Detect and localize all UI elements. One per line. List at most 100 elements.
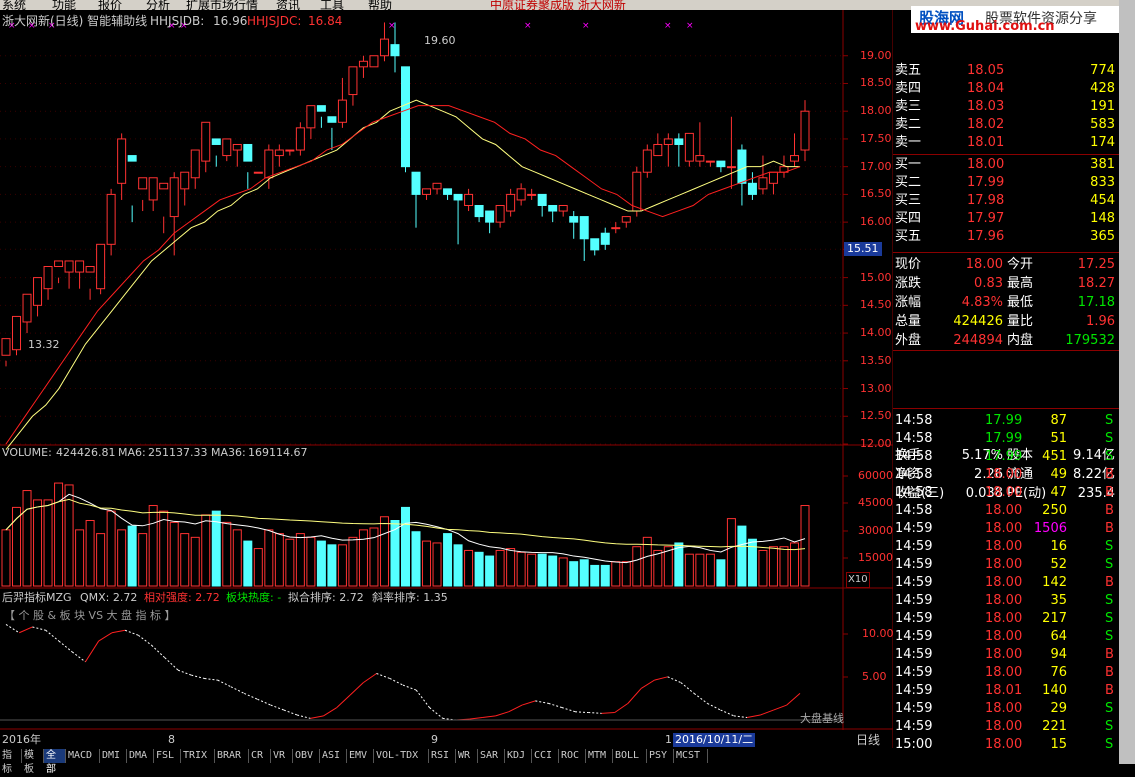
candle-body xyxy=(621,216,631,223)
menu-info[interactable]: 资讯 xyxy=(276,0,300,10)
candle-body xyxy=(138,177,148,190)
menu-function[interactable]: 功能 xyxy=(52,0,76,10)
menu-help[interactable]: 帮助 xyxy=(368,0,392,10)
volume-bar xyxy=(737,525,747,587)
volume-bar xyxy=(621,561,631,587)
tab-dma[interactable]: DMA xyxy=(127,749,154,763)
volume-bar xyxy=(75,529,85,587)
stat-row-cell: 外盘 xyxy=(895,333,922,348)
tab-emv[interactable]: EMV xyxy=(347,749,374,763)
price-tick: 14.00 xyxy=(860,326,892,340)
tick-row-cell: 18.00 xyxy=(985,539,1023,554)
menu-extended-market[interactable]: 扩展市场行情 xyxy=(186,0,258,10)
tab-boll[interactable]: BOLL xyxy=(613,749,647,763)
date-year: 2016年 xyxy=(2,733,41,746)
volume-value: 424426.81 xyxy=(56,446,116,459)
candle-body xyxy=(264,149,274,179)
candle-body xyxy=(789,155,799,162)
tick-row: 14:59 18.00 35 S xyxy=(893,592,1119,610)
tab-psy[interactable]: PSY xyxy=(647,749,674,763)
tab-rsi[interactable]: RSI xyxy=(429,749,456,763)
tab-mtm[interactable]: MTM xyxy=(586,749,613,763)
candle-body xyxy=(705,160,715,163)
banner-text: 中原证券聚成版 浙大网新 xyxy=(490,0,626,10)
tick-row-cell: 49 xyxy=(1050,467,1067,482)
tab-cr[interactable]: CR xyxy=(249,749,271,763)
ma6-value: 251137.33 xyxy=(148,446,208,459)
divider xyxy=(893,408,1119,409)
volume-bar xyxy=(201,514,211,587)
tick-row-cell: S xyxy=(1105,701,1114,716)
candle-body xyxy=(800,110,810,151)
stat-row: 现价 18.00 今开 17.25 xyxy=(893,256,1119,274)
bid-row-cell: 17.96 xyxy=(967,229,1005,244)
volume-bar xyxy=(422,540,432,587)
stat-row-cell: 0.83 xyxy=(974,276,1003,291)
stat-row-cell: 内盘 xyxy=(1007,333,1034,348)
tab-sar[interactable]: SAR xyxy=(478,749,505,763)
candle-body xyxy=(211,138,221,145)
volume-tick: 15000 xyxy=(858,551,893,564)
volume-bar xyxy=(779,546,789,587)
period-label[interactable]: 日线 xyxy=(856,733,880,747)
tab-指标[interactable]: 指标 xyxy=(0,749,22,775)
candle-body xyxy=(663,138,673,145)
tick-row: 14:59 18.00 217 S xyxy=(893,610,1119,628)
line1-label: HHJSJDB: xyxy=(150,14,205,28)
volume-bar xyxy=(348,536,358,587)
signal-marker: × xyxy=(686,21,694,31)
tab-wr[interactable]: WR xyxy=(456,749,478,763)
tab-vol-tdx[interactable]: VOL-TDX xyxy=(374,749,429,763)
volume-bar xyxy=(337,544,347,587)
tab-fsl[interactable]: FSL xyxy=(154,749,181,763)
logo-url: www.Guhai.com.cn xyxy=(915,19,1055,34)
tick-row-cell: B xyxy=(1105,521,1114,536)
menu-analysis[interactable]: 分析 xyxy=(146,0,170,10)
candle-body xyxy=(569,216,579,223)
tab-brar[interactable]: BRAR xyxy=(215,749,249,763)
tab-vr[interactable]: VR xyxy=(271,749,293,763)
tab-模板[interactable]: 模板 xyxy=(22,749,44,775)
tab-kdj[interactable]: KDJ xyxy=(505,749,532,763)
candle-body xyxy=(190,149,200,179)
candle-body xyxy=(75,260,85,273)
tick-row: 14:59 18.00 64 S xyxy=(893,628,1119,646)
tab-mcst[interactable]: MCST xyxy=(674,749,708,763)
volume-bar xyxy=(653,549,663,587)
tick-row-cell: B xyxy=(1105,575,1114,590)
tab-全部[interactable]: 全部 xyxy=(44,749,66,775)
tab-asi[interactable]: ASI xyxy=(320,749,347,763)
menu-quote[interactable]: 报价 xyxy=(98,0,122,10)
candle-body xyxy=(443,188,453,195)
ask-row-cell: 428 xyxy=(1090,81,1115,96)
tick-row-cell: 18.00 xyxy=(985,737,1023,752)
tick-row: 14:58 18.00 47 B xyxy=(893,484,1119,502)
tick-row-cell: 140 xyxy=(1042,683,1067,698)
tab-dmi[interactable]: DMI xyxy=(100,749,127,763)
tab-trix[interactable]: TRIX xyxy=(181,749,215,763)
tick-row-cell: 64 xyxy=(1050,629,1067,644)
volume-bar xyxy=(600,564,610,587)
tab-obv[interactable]: OBV xyxy=(293,749,320,763)
tick-row-cell: 14:59 xyxy=(895,665,933,680)
tab-roc[interactable]: ROC xyxy=(559,749,586,763)
tick-row-cell: B xyxy=(1105,683,1114,698)
volume-bar xyxy=(411,531,421,587)
volume-bar xyxy=(274,533,284,587)
candle-body xyxy=(737,149,747,184)
stat-row-cell: 涨幅 xyxy=(895,295,922,310)
candle-body xyxy=(558,204,568,212)
indicator-baseline-note: 大盘基线 xyxy=(800,712,844,725)
divider xyxy=(893,350,1119,351)
tick-row-cell: 18.00 xyxy=(985,647,1023,662)
volume-bar xyxy=(537,553,547,587)
volume-bar xyxy=(611,561,621,587)
menu-tools[interactable]: 工具 xyxy=(320,0,344,10)
volume-bar xyxy=(758,549,768,587)
tab-cci[interactable]: CCI xyxy=(532,749,559,763)
tab-macd[interactable]: MACD xyxy=(66,749,100,763)
tick-row: 14:58 18.00 49 B xyxy=(893,466,1119,484)
high-annotation: 19.60 xyxy=(424,34,456,47)
menu-system[interactable]: 系统 xyxy=(2,0,26,10)
bid-row-cell: 454 xyxy=(1090,193,1115,208)
